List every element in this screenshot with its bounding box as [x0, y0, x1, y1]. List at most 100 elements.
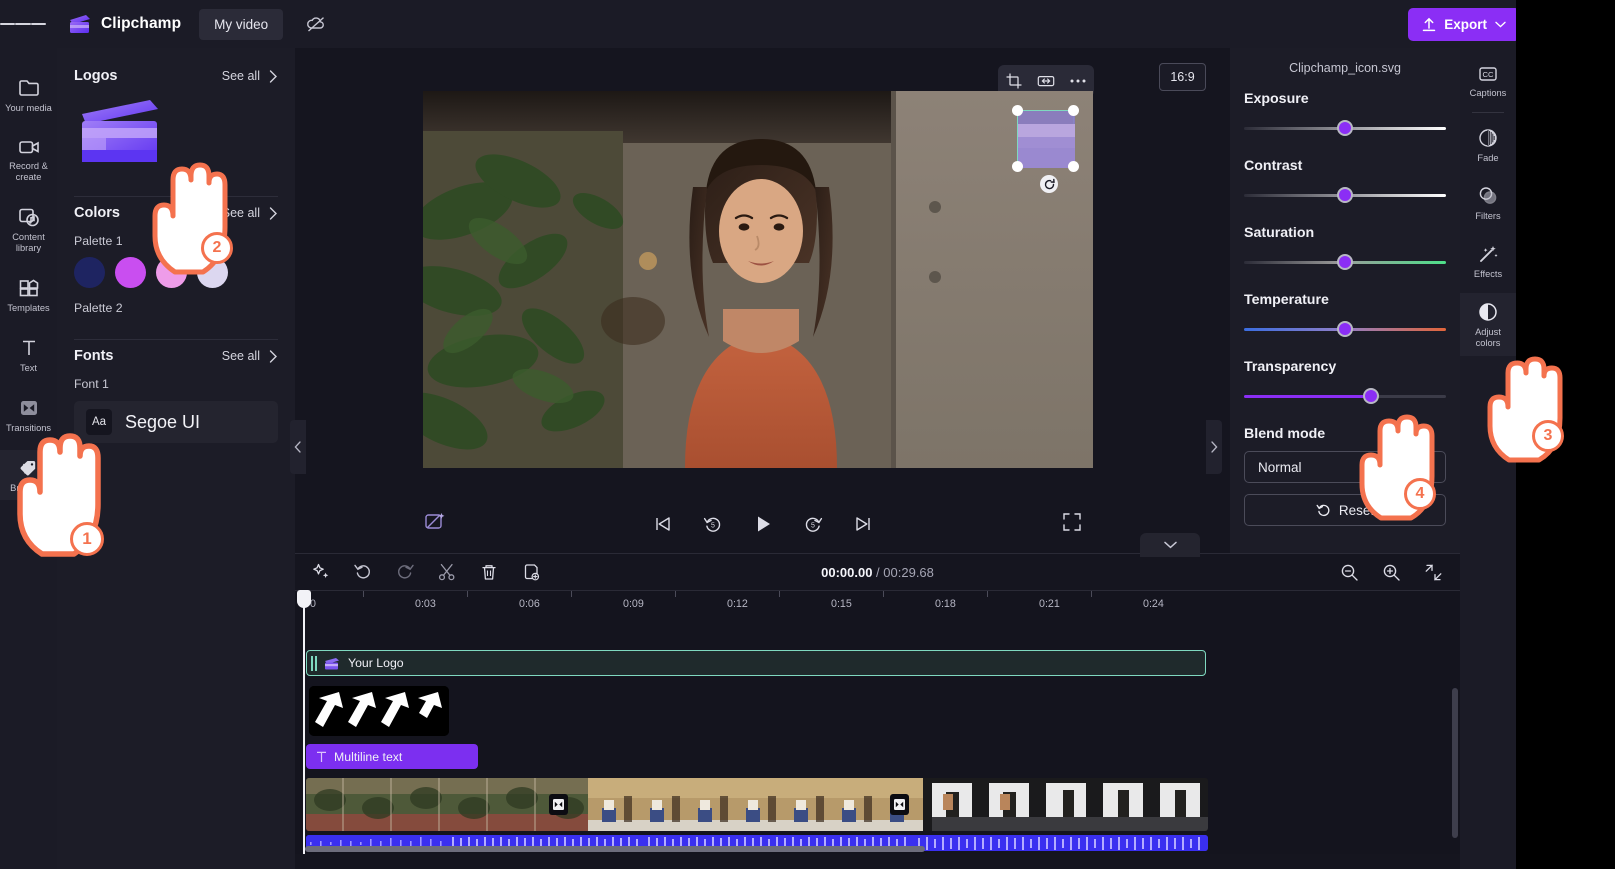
timeline-toolbar: 00:00.00 / 00:29.68 — [295, 553, 1460, 590]
slider-knob[interactable] — [1337, 321, 1353, 337]
resize-handle-br[interactable] — [1068, 161, 1079, 172]
delete-button[interactable] — [476, 559, 502, 585]
clip-label: Multiline text — [334, 749, 403, 764]
sidebar-item-your-media[interactable]: Your media — [0, 70, 57, 120]
rail-item-adjust-colors[interactable]: Adjust colors — [1460, 293, 1516, 356]
fonts-see-all-link[interactable]: See all — [222, 349, 278, 363]
slider-knob[interactable] — [1337, 187, 1353, 203]
sidebar-item-templates[interactable]: Templates — [0, 270, 57, 320]
more-options-icon[interactable] — [1065, 69, 1091, 93]
sidebar-item-transitions[interactable]: Transitions — [0, 390, 57, 440]
play-button[interactable] — [749, 510, 777, 538]
colors-title: Colors — [74, 205, 120, 221]
rail-item-captions[interactable]: CC Captions — [1460, 56, 1516, 106]
brand: Clipchamp — [68, 13, 181, 35]
sidebar-item-label: Your media — [5, 103, 52, 113]
sidebar-item-content-library[interactable]: Content library — [0, 199, 57, 260]
font-item[interactable]: Aa Segoe UI — [74, 401, 278, 443]
resize-handle-bl[interactable] — [1012, 161, 1023, 172]
rail-item-label: Effects — [1473, 269, 1503, 279]
brand-name: Clipchamp — [101, 15, 182, 32]
duplicate-button[interactable] — [518, 559, 544, 585]
sidebar-item-brand-kit[interactable]: Brand kit — [0, 450, 57, 500]
rail-item-fade[interactable]: Fade — [1460, 119, 1516, 171]
rewind-5-button[interactable]: 5 — [699, 510, 727, 538]
zoom-in-button[interactable] — [1378, 559, 1404, 585]
chevron-right-icon — [269, 206, 277, 220]
timeline-clip-arrow-overlay[interactable] — [309, 686, 449, 736]
ruler-tick: 0:09 — [623, 598, 644, 610]
timeline-vertical-scrollbar[interactable] — [1452, 688, 1458, 838]
temperature-slider[interactable] — [1244, 317, 1446, 343]
logos-see-all-link[interactable]: See all — [222, 69, 278, 83]
export-button[interactable]: Export — [1408, 7, 1520, 41]
flip-horizontal-icon[interactable] — [1033, 69, 1059, 93]
slider-knob[interactable] — [1363, 388, 1379, 404]
selection-bounding-box[interactable] — [1012, 105, 1079, 172]
transparency-slider[interactable] — [1244, 384, 1446, 410]
timeline-clip-text[interactable]: Multiline text — [306, 744, 478, 769]
exposure-slider[interactable] — [1244, 116, 1446, 142]
forward-5-button[interactable]: 5 — [799, 510, 827, 538]
collapse-properties-button[interactable] — [1206, 420, 1222, 474]
color-swatch[interactable] — [74, 257, 105, 288]
transition-icon — [894, 799, 905, 810]
color-swatch[interactable] — [115, 257, 146, 288]
contrast-slider[interactable] — [1244, 183, 1446, 209]
magic-suggestion-button[interactable] — [308, 559, 334, 585]
rail-item-effects[interactable]: Effects — [1460, 235, 1516, 287]
resize-handle-tl[interactable] — [1012, 105, 1023, 116]
fit-to-screen-button[interactable] — [1420, 559, 1446, 585]
zoom-out-button[interactable] — [1336, 559, 1362, 585]
chevron-right-icon — [269, 349, 277, 363]
undo-button[interactable] — [350, 559, 376, 585]
transitions-icon — [20, 401, 37, 415]
timeline-horizontal-scrollbar[interactable] — [305, 846, 925, 852]
project-tab[interactable]: My video — [199, 8, 284, 40]
clipchamp-editor: Clipchamp My video Export ? CP — [0, 0, 1615, 869]
rotate-icon[interactable] — [1040, 175, 1058, 193]
split-button[interactable] — [434, 559, 460, 585]
crop-icon[interactable] — [1001, 69, 1027, 93]
saturation-label: Saturation — [1244, 225, 1315, 241]
timeline-transition-2[interactable] — [890, 794, 909, 815]
cloud-off-icon[interactable] — [301, 9, 331, 39]
logo-thumbnail[interactable] — [74, 98, 179, 180]
logos-title: Logos — [74, 68, 118, 84]
timeline-transition-1[interactable] — [549, 794, 568, 815]
collapse-brand-panel-button[interactable] — [290, 420, 306, 474]
resize-handle-tr[interactable] — [1068, 105, 1079, 116]
timeline-ruler[interactable]: 0 0:03 0:06 0:09 0:12 0:15 0:18 0:21 0:2… — [295, 590, 1460, 618]
sidebar-item-text[interactable]: Text — [0, 330, 57, 380]
video-preview[interactable] — [423, 91, 1093, 468]
video-camera-icon — [18, 141, 39, 154]
section-divider — [74, 196, 278, 197]
saturation-slider[interactable] — [1244, 250, 1446, 276]
color-swatch[interactable] — [197, 257, 228, 288]
templates-grid-icon — [19, 279, 38, 297]
skip-to-start-button[interactable] — [649, 510, 677, 538]
auto-enhance-icon[interactable] — [424, 511, 446, 538]
timeline-clip-video[interactable] — [306, 778, 1208, 831]
rail-item-filters[interactable]: Filters — [1460, 177, 1516, 229]
colors-see-all-link[interactable]: See all — [222, 206, 278, 220]
aspect-ratio-button[interactable]: 16:9 — [1159, 63, 1206, 91]
collapse-preview-button[interactable] — [1140, 533, 1200, 557]
clip-grip-handle[interactable] — [311, 655, 317, 671]
timeline-tracks: Your Logo Multiline text — [295, 618, 1460, 854]
slider-knob[interactable] — [1337, 254, 1353, 270]
playhead-handle[interactable] — [297, 590, 311, 608]
color-swatch[interactable] — [156, 257, 187, 288]
slider-knob[interactable] — [1337, 120, 1353, 136]
reset-button[interactable]: Reset — [1244, 494, 1446, 526]
fullscreen-icon[interactable] — [1063, 512, 1081, 536]
timeline-clip-logo[interactable]: Your Logo — [306, 650, 1206, 676]
skip-to-end-button[interactable] — [849, 510, 877, 538]
blend-mode-select[interactable]: Normal — [1244, 451, 1446, 483]
redo-button[interactable] — [392, 559, 418, 585]
hamburger-menu-icon[interactable] — [0, 0, 46, 48]
chevron-left-icon — [294, 441, 301, 453]
time-separator: / — [872, 564, 884, 580]
cc-icon: CC — [1479, 67, 1497, 81]
sidebar-item-record-create[interactable]: Record & create — [0, 130, 57, 189]
